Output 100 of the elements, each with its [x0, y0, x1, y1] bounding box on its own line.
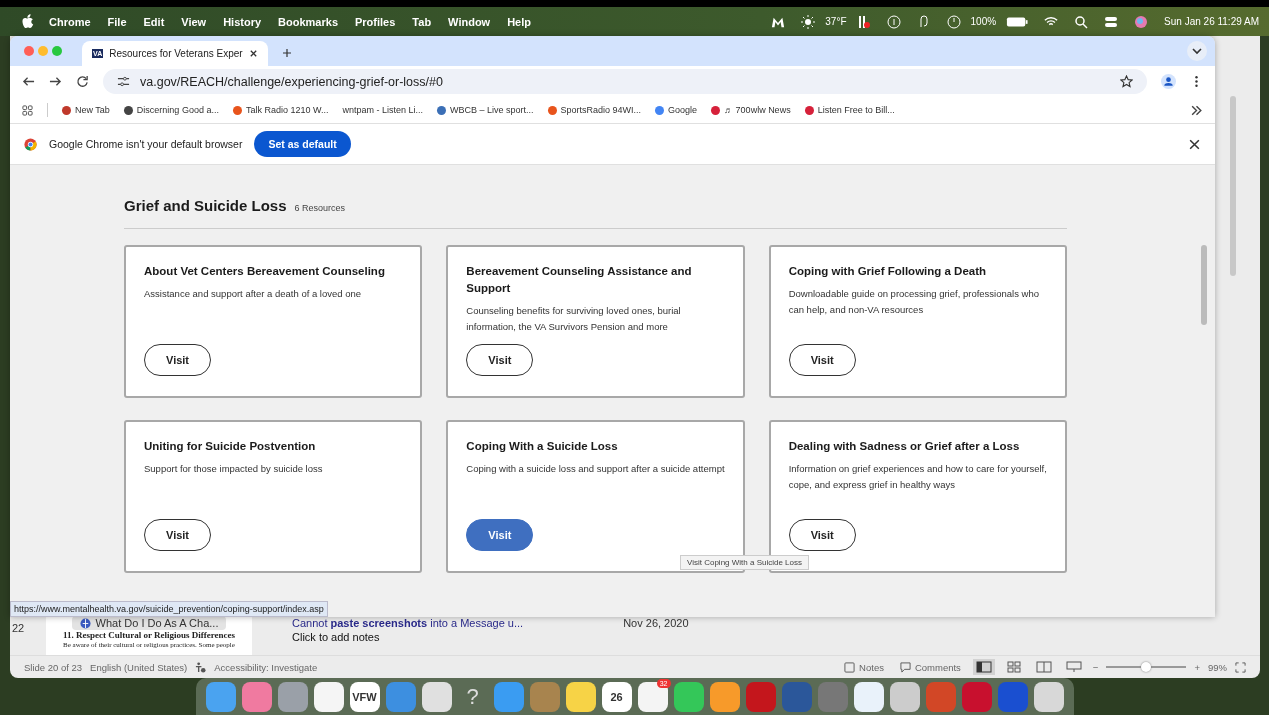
menu-item[interactable]: Help: [507, 15, 531, 28]
app-icon[interactable]: [889, 681, 920, 712]
app-icon[interactable]: [565, 681, 596, 712]
scroll-bar[interactable]: [1230, 96, 1236, 276]
accessibility-text[interactable]: Accessibility: Investigate: [214, 661, 318, 673]
app-icon[interactable]: [709, 681, 740, 712]
bookmark-item[interactable]: WBCB – Live sport...: [437, 105, 534, 115]
menu-item[interactable]: File: [107, 15, 127, 28]
menu-item[interactable]: Window: [448, 15, 491, 28]
weather-text: 37°F: [825, 16, 847, 27]
visit-button[interactable]: Visit: [466, 344, 534, 376]
scroll-bar[interactable]: [1201, 245, 1207, 325]
bookmark-item[interactable]: ♬ 700wlw News: [711, 105, 791, 115]
help-icon[interactable]: ?: [457, 681, 488, 712]
apple-icon[interactable]: [22, 14, 35, 29]
sun-icon[interactable]: [801, 14, 816, 29]
set-default-button[interactable]: Set as default: [254, 131, 351, 157]
menu-item[interactable]: View: [181, 15, 207, 28]
siri-icon[interactable]: [1134, 14, 1149, 29]
accessibility-icon[interactable]: [195, 661, 207, 673]
zoom-out-button[interactable]: −: [1092, 661, 1099, 673]
bookmark-item[interactable]: Discerning Good a...: [123, 105, 219, 115]
resource-count: 6 Resources: [294, 203, 346, 213]
zoom-in-button[interactable]: +: [1194, 661, 1200, 673]
card-description: Counseling benefits for surviving loved ones, burial information, the VA Survivors Pension and more: [466, 304, 682, 334]
new-tab-icon[interactable]: [281, 48, 292, 58]
card-description: Coping with a suicide loss and support after a suicide attempt: [466, 462, 725, 476]
card-title: Bereavement Counseling Assistance and Support: [466, 264, 693, 296]
card-title: About Vet Centers Bereavement Counseling: [144, 264, 385, 279]
reload-icon[interactable]: [76, 75, 89, 88]
app-icon[interactable]: [853, 681, 884, 712]
app-icon[interactable]: 26: [601, 681, 632, 712]
app-icon[interactable]: [241, 681, 272, 712]
menu-item[interactable]: Edit: [143, 15, 165, 28]
bookmark-item[interactable]: Talk Radio 1210 W...: [232, 105, 329, 115]
bookmark-item[interactable]: Google: [655, 105, 698, 115]
close-icon[interactable]: [248, 49, 258, 58]
clock-icon[interactable]: [946, 14, 961, 29]
control-center-icon[interactable]: [1104, 14, 1119, 29]
app-menu[interactable]: Chrome: [49, 15, 91, 28]
app-icon[interactable]: [277, 681, 308, 712]
tools-icon[interactable]: [856, 14, 871, 29]
globe-icon: [79, 617, 91, 629]
card-title: Uniting for Suicide Postvention: [144, 439, 316, 454]
menu-item[interactable]: Bookmarks: [278, 15, 338, 28]
tab-list-icon[interactable]: [1187, 41, 1207, 61]
notes-button[interactable]: Notes: [840, 661, 888, 673]
menu-item[interactable]: Profiles: [355, 15, 396, 28]
zoom-dot[interactable]: [52, 46, 62, 56]
battery-percent: 100%: [970, 16, 997, 27]
link-preview-url: https://www.mentalhealth.va.gov/suicide_prevention/coping-support/index.asp: [10, 601, 328, 617]
notification-title: What Do I Do As A Cha...: [95, 617, 219, 629]
bookmark-item[interactable]: Listen Free to Bill...: [804, 105, 895, 115]
close-icon[interactable]: [1188, 137, 1201, 151]
circle-icon[interactable]: [886, 14, 901, 29]
menu-item[interactable]: History: [223, 15, 262, 28]
apps-grid-icon[interactable]: [22, 104, 33, 116]
more-bookmarks-icon[interactable]: [1190, 103, 1203, 117]
site-settings-icon[interactable]: [117, 75, 130, 88]
menu-item[interactable]: Tab: [412, 15, 432, 28]
clock-text: Sun Jan 26 11:29 AM: [1164, 16, 1259, 27]
app-icon[interactable]: [1033, 681, 1064, 712]
normal-view-icon[interactable]: [972, 659, 995, 675]
slide-number: 22: [11, 621, 26, 634]
card-description: Information on grief experiences and how to care for yourself, cope, and express grief in healthy ways: [788, 462, 1047, 492]
forward-icon[interactable]: [49, 75, 62, 88]
card-description: Assistance and support after a death of a loved one: [144, 287, 362, 301]
app-icon[interactable]: [673, 681, 704, 712]
app-icon[interactable]: VFW: [349, 681, 380, 712]
close-dot[interactable]: [24, 46, 34, 56]
search-icon[interactable]: [1074, 14, 1089, 29]
visit-button[interactable]: Visit: [144, 519, 212, 551]
message-preview[interactable]: Cannot paste screenshots into a Message u...: [292, 617, 524, 629]
bookmark-item[interactable]: wntpam - Listen Li...: [342, 105, 423, 115]
visit-button[interactable]: Visit: [144, 344, 212, 376]
language-text[interactable]: English (United States): [90, 661, 188, 673]
zoom-thumb[interactable]: [1141, 662, 1152, 672]
card-title: Coping with Grief Following a Death: [788, 264, 987, 279]
battery-icon[interactable]: [1006, 14, 1029, 29]
visit-button[interactable]: Visit: [466, 519, 534, 551]
notes-placeholder[interactable]: Click to add notes: [292, 631, 1260, 643]
app-icon[interactable]: [313, 681, 344, 712]
profile-icon[interactable]: [1161, 74, 1176, 89]
tooltip: Visit Coping With a Suicide Loss: [680, 555, 810, 570]
message-date: Nov 26, 2020: [623, 617, 689, 629]
address-bar[interactable]: va.gov/REACH/challenge/experiencing-grief-or-loss/#0: [103, 69, 1147, 94]
bookmark-item[interactable]: New Tab: [62, 105, 110, 115]
back-icon[interactable]: [22, 75, 35, 88]
minimize-dot[interactable]: [38, 46, 48, 56]
comments-button[interactable]: Comments: [895, 661, 965, 673]
fit-icon[interactable]: [1235, 661, 1246, 673]
section-title: Grief and Suicide Loss: [124, 197, 287, 214]
thumbnail-title: 11. Respect Cultural or Religious Differences: [62, 630, 236, 641]
chrome-logo-icon: [24, 137, 37, 151]
card-title: Coping With a Suicide Loss: [466, 439, 618, 454]
visit-button[interactable]: Visit: [788, 344, 856, 376]
bookmark-item[interactable]: SportsRadio 94WI...: [547, 105, 642, 115]
visit-button[interactable]: Visit: [788, 519, 856, 551]
app-icon[interactable]: [421, 681, 452, 712]
bookmark-star-icon[interactable]: [1120, 75, 1133, 88]
